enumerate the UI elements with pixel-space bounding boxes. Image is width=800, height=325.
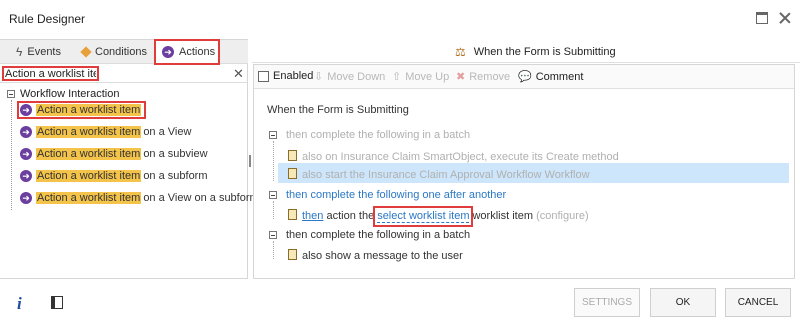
tree-category-workflow-interaction[interactable]: Workflow Interaction [7,88,119,100]
comment-label: Comment [535,70,584,83]
rule-sequence-header[interactable]: then complete the following one after an… [286,189,506,201]
tree-item-match: Action a worklist item [36,170,142,182]
rule-header-title: ⚖ When the Form is Submitting [455,45,616,59]
tree-item-suffix: on a View on a subform [143,192,259,204]
close-icon[interactable] [779,12,791,24]
rule-connector [273,241,274,259]
remove-label: Remove [469,70,511,83]
tree-item-match: Action a worklist item [36,192,142,204]
tab-conditions-label: Conditions [95,46,147,58]
move-up-button[interactable]: ⇧ Move Up [392,70,450,84]
ok-button[interactable]: OK [650,288,716,317]
document-icon [288,249,297,260]
left-panel: ϟ Events Conditions ➜ Actions ✕ Workflow… [0,39,259,279]
search-input[interactable] [2,66,99,81]
enabled-label: Enabled [273,70,314,82]
dialog-footer: i SETTINGS OK CANCEL [0,280,800,325]
tree-category-label: Workflow Interaction [20,88,120,100]
settings-button[interactable]: SETTINGS [574,288,640,317]
lightning-icon: ϟ [16,45,23,59]
rule-definition-panel: Enabled ⇩ Move Down ⇧ Move Up ✖ Remove 💬… [253,64,795,279]
tree-item-match: Action a worklist item [36,148,142,160]
rule-action-text: also start the Insurance Claim Approval … [302,169,590,181]
checkbox-icon[interactable] [258,70,269,82]
document-icon [288,209,297,220]
action-arrow-icon: ➜ [162,46,174,58]
tab-events-label: Events [27,46,61,58]
action-arrow-icon: ➜ [20,104,32,116]
rule-action-pre: action the [326,210,375,222]
document-icon [288,168,297,179]
collapse-icon[interactable] [269,131,277,139]
rule-action-line[interactable]: also on Insurance Claim SmartObject, exe… [288,150,619,163]
panel-splitter-handle[interactable] [249,155,251,167]
collapse-icon[interactable] [7,90,15,98]
action-arrow-icon: ➜ [20,148,32,160]
comment-button[interactable]: 💬 Comment [518,70,584,84]
diamond-icon [80,46,92,58]
rule-connector [273,201,274,219]
clear-search-icon[interactable]: ✕ [233,66,244,82]
title-bar: Rule Designer [0,0,800,36]
rule-event-title: When the Form is Submitting [267,104,409,116]
rule-action-line[interactable]: also show a message to the user [288,249,463,262]
comment-icon: 💬 [518,71,532,83]
move-down-label: Move Down [327,70,386,83]
rule-action-line[interactable]: then action the select worklist item workl… [288,206,589,227]
info-icon[interactable]: i [17,294,22,314]
tab-bar: ϟ Events Conditions ➜ Actions [0,39,248,65]
action-arrow-icon: ➜ [20,192,32,204]
tree-item-match: Action a worklist item [36,104,142,116]
collapse-icon[interactable] [269,191,277,199]
move-up-icon: ⇧ [392,71,402,83]
move-up-label: Move Up [405,70,450,83]
rule-batch-header[interactable]: then complete the following in a batch [286,129,470,141]
tree-item-suffix: on a subform [143,170,208,182]
enabled-checkbox[interactable]: Enabled [258,70,313,82]
configure-hint: (configure) [536,210,589,222]
tab-conditions[interactable]: Conditions [80,40,147,64]
rule-action-text: also on Insurance Claim SmartObject, exe… [302,151,619,163]
tree-item[interactable]: ➜ Action a worklist item [16,101,147,119]
tab-events[interactable]: ϟ Events [16,40,61,64]
rule-batch-header[interactable]: then complete the following in a batch [286,229,470,241]
rule-action-text: also show a message to the user [302,250,463,262]
move-down-button[interactable]: ⇩ Move Down [314,70,386,84]
rule-connector [273,141,274,181]
toggle-panel-icon[interactable] [51,296,63,309]
action-arrow-icon: ➜ [20,126,32,138]
remove-button[interactable]: ✖ Remove [456,70,511,84]
collapse-icon[interactable] [269,231,277,239]
tree-item-suffix: on a subview [143,148,208,160]
then-link[interactable]: then [302,210,323,222]
rule-header: ⚖ When the Form is Submitting [252,39,800,63]
remove-icon: ✖ [456,71,466,83]
rule-action-post: worklist item [472,210,533,222]
maximize-icon[interactable] [756,12,768,24]
tree-item[interactable]: ➜ Action a worklist item on a subview [20,148,208,160]
action-arrow-icon: ➜ [20,170,32,182]
rule-toolbar: Enabled ⇩ Move Down ⇧ Move Up ✖ Remove 💬… [254,65,794,89]
tree-item-suffix: on a View [143,126,192,138]
rule-header-text: When the Form is Submitting [473,46,616,58]
select-worklist-item-link[interactable]: select worklist item [373,206,474,227]
move-down-icon: ⇩ [314,71,324,83]
cancel-button[interactable]: CANCEL [725,288,791,317]
search-row: ✕ [0,65,248,83]
rule-action-line[interactable]: also start the Insurance Claim Approval … [288,168,590,181]
tab-actions[interactable]: ➜ Actions [154,39,220,65]
tree-item[interactable]: ➜ Action a worklist item on a View [20,126,191,138]
gavel-icon: ⚖ [455,45,466,59]
document-icon [288,150,297,161]
tree-connector [11,100,12,210]
window-title: Rule Designer [9,12,86,26]
tab-actions-label: Actions [179,46,216,58]
tree-item[interactable]: ➜ Action a worklist item on a subform [20,170,208,182]
tree-item[interactable]: ➜ Action a worklist item on a View on a … [20,192,259,204]
tree-item-match: Action a worklist item [36,126,142,138]
